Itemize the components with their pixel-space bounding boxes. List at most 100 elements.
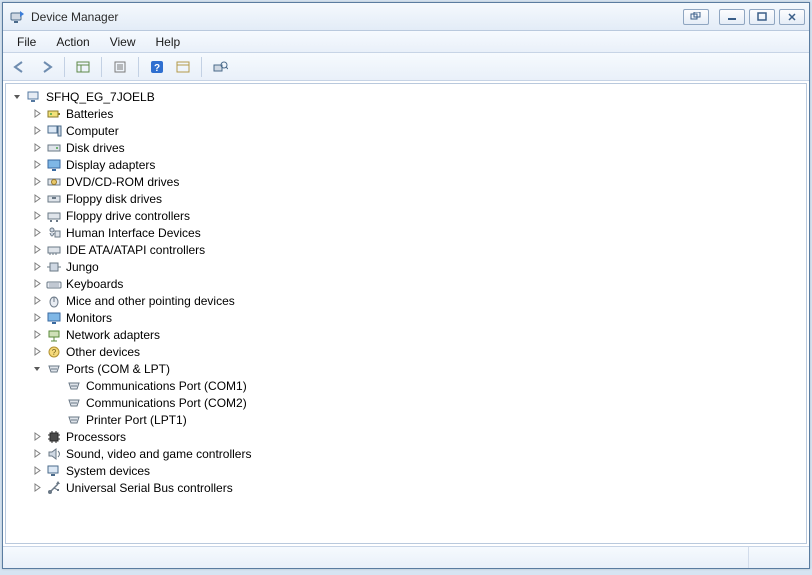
other-icon: ? <box>46 344 62 360</box>
device-tree[interactable]: SFHQ_EG_7JOELB Batteries Computer <box>5 83 807 544</box>
close-button[interactable] <box>779 9 805 25</box>
category-usb[interactable]: Universal Serial Bus controllers <box>32 479 804 496</box>
window-controls <box>719 9 805 25</box>
usb-icon <box>46 480 62 496</box>
dvd-icon <box>46 174 62 190</box>
device-com1[interactable]: Communications Port (COM1) <box>52 377 804 394</box>
maximize-button[interactable] <box>749 9 775 25</box>
expand-icon[interactable] <box>32 278 43 289</box>
menu-file[interactable]: File <box>7 33 46 51</box>
category-other[interactable]: ? Other devices <box>32 343 804 360</box>
computer-icon <box>46 123 62 139</box>
category-monitors[interactable]: Monitors <box>32 309 804 326</box>
category-ports[interactable]: Ports (COM & LPT) <box>32 360 804 377</box>
action-details-button[interactable] <box>172 56 194 78</box>
category-computer[interactable]: Computer <box>32 122 804 139</box>
category-floppy-controllers[interactable]: Floppy drive controllers <box>32 207 804 224</box>
category-sound[interactable]: Sound, video and game controllers <box>32 445 804 462</box>
help-button[interactable]: ? <box>146 56 168 78</box>
expand-icon[interactable] <box>32 193 43 204</box>
expand-icon[interactable] <box>32 142 43 153</box>
category-ide[interactable]: IDE ATA/ATAPI controllers <box>32 241 804 258</box>
hid-icon <box>46 225 62 241</box>
category-network[interactable]: Network adapters <box>32 326 804 343</box>
svg-text:?: ? <box>154 63 160 74</box>
device-manager-window: Device Manager File Action View Help <box>2 2 810 569</box>
port-icon <box>46 361 62 377</box>
collapse-icon[interactable] <box>32 363 43 374</box>
toolbar-separator <box>101 57 102 77</box>
minimize-button[interactable] <box>719 9 745 25</box>
category-jungo[interactable]: Jungo <box>32 258 804 275</box>
expand-icon[interactable] <box>32 227 43 238</box>
root-label: SFHQ_EG_7JOELB <box>46 90 155 104</box>
menu-help[interactable]: Help <box>146 33 191 51</box>
jungo-icon <box>46 259 62 275</box>
expand-icon[interactable] <box>32 465 43 476</box>
toolbar-separator <box>138 57 139 77</box>
category-disk-drives[interactable]: Disk drives <box>32 139 804 156</box>
expand-icon[interactable] <box>32 329 43 340</box>
category-batteries[interactable]: Batteries <box>32 105 804 122</box>
category-keyboards[interactable]: Keyboards <box>32 275 804 292</box>
battery-icon <box>46 106 62 122</box>
toolbar-separator <box>201 57 202 77</box>
properties-button[interactable] <box>109 56 131 78</box>
floppy-ctrl-icon <box>46 208 62 224</box>
expand-icon[interactable] <box>32 176 43 187</box>
expand-icon[interactable] <box>32 108 43 119</box>
expand-icon[interactable] <box>32 482 43 493</box>
svg-text:?: ? <box>52 348 57 357</box>
restore-button-aux[interactable] <box>683 9 709 25</box>
app-icon <box>9 9 25 25</box>
expand-icon[interactable] <box>32 312 43 323</box>
expand-icon[interactable] <box>32 244 43 255</box>
display-icon <box>46 157 62 173</box>
titlebar: Device Manager <box>3 3 809 31</box>
expand-icon[interactable] <box>32 346 43 357</box>
port-icon <box>66 395 82 411</box>
expand-icon[interactable] <box>32 125 43 136</box>
expand-icon[interactable] <box>32 448 43 459</box>
expand-icon[interactable] <box>32 431 43 442</box>
status-cell <box>749 547 809 568</box>
menubar: File Action View Help <box>3 31 809 53</box>
monitor-icon <box>46 310 62 326</box>
category-hid[interactable]: Human Interface Devices <box>32 224 804 241</box>
category-mice[interactable]: Mice and other pointing devices <box>32 292 804 309</box>
network-icon <box>46 327 62 343</box>
device-com2[interactable]: Communications Port (COM2) <box>52 394 804 411</box>
sound-icon <box>46 446 62 462</box>
expand-icon[interactable] <box>32 261 43 272</box>
computer-root-icon <box>26 89 42 105</box>
category-system[interactable]: System devices <box>32 462 804 479</box>
floppy-icon <box>46 191 62 207</box>
menu-action[interactable]: Action <box>46 33 99 51</box>
category-processors[interactable]: Processors <box>32 428 804 445</box>
category-display-adapters[interactable]: Display adapters <box>32 156 804 173</box>
scan-hardware-button[interactable] <box>209 56 231 78</box>
cpu-icon <box>46 429 62 445</box>
toolbar: ? <box>3 53 809 81</box>
expand-icon[interactable] <box>32 159 43 170</box>
root-node[interactable]: SFHQ_EG_7JOELB <box>12 88 804 105</box>
window-title: Device Manager <box>31 10 118 24</box>
disk-icon <box>46 140 62 156</box>
toolbar-separator <box>64 57 65 77</box>
status-cell <box>3 547 749 568</box>
collapse-icon[interactable] <box>12 91 23 102</box>
expand-icon[interactable] <box>32 210 43 221</box>
keyboard-icon <box>46 276 62 292</box>
system-icon <box>46 463 62 479</box>
show-hidden-button[interactable] <box>72 56 94 78</box>
category-floppy-disk[interactable]: Floppy disk drives <box>32 190 804 207</box>
forward-button[interactable] <box>35 56 57 78</box>
port-icon <box>66 378 82 394</box>
mouse-icon <box>46 293 62 309</box>
expand-icon[interactable] <box>32 295 43 306</box>
menu-view[interactable]: View <box>100 33 146 51</box>
back-button[interactable] <box>9 56 31 78</box>
device-lpt1[interactable]: Printer Port (LPT1) <box>52 411 804 428</box>
port-icon <box>66 412 82 428</box>
category-dvd[interactable]: DVD/CD-ROM drives <box>32 173 804 190</box>
